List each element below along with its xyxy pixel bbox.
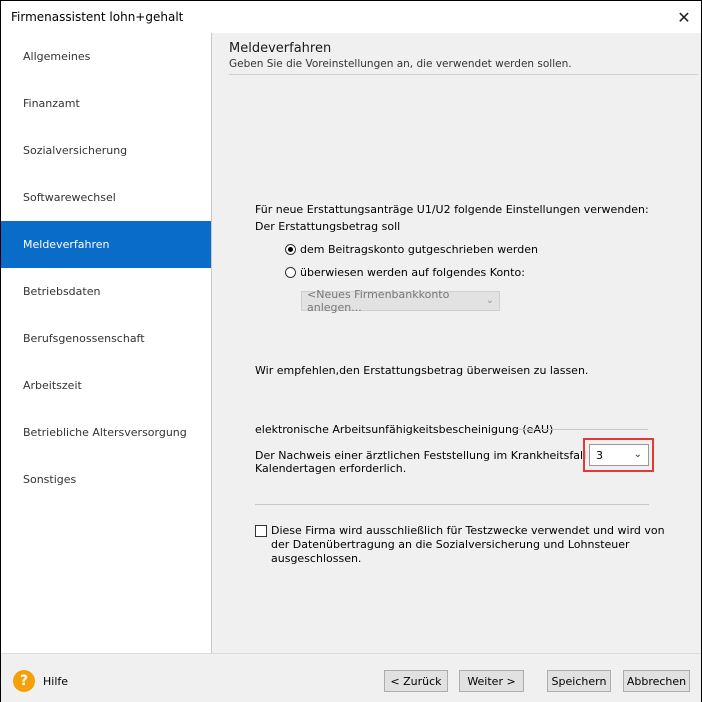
bank-account-select: <Neues Firmenbankkonto anlegen... ⌄ [301, 288, 500, 314]
eau-heading: elektronische Arbeitsunfähigkeitsbeschei… [255, 423, 554, 436]
radio-credit[interactable] [285, 244, 296, 255]
close-icon[interactable]: ✕ [667, 1, 701, 33]
days-select[interactable]: 3 ⌄ [589, 444, 649, 466]
radio-transfer-label[interactable]: überwiesen werden auf folgendes Konto: [300, 266, 525, 279]
sidebar-item-meldeverfahren[interactable]: Meldeverfahren [1, 221, 211, 268]
next-button[interactable]: Weiter > [459, 670, 524, 692]
eau-description-line1: Der Nachweis einer ärztlichen Feststellu… [255, 449, 633, 462]
save-button[interactable]: Speichern [547, 670, 611, 692]
footer-bar: ? Hilfe < Zurück Weiter > Speichern Abbr… [1, 653, 701, 702]
sidebar-item-sozialversicherung[interactable]: Sozialversicherung [1, 127, 211, 174]
sidebar: Allgemeines Finanzamt Sozialversicherung… [1, 33, 212, 653]
chevron-down-icon: ⌄ [485, 295, 494, 306]
eau-description-line2: Kalendertagen erforderlich. [255, 462, 407, 475]
eau-heading-rule [515, 429, 648, 430]
sidebar-item-softwarewechsel[interactable]: Softwarewechsel [1, 174, 211, 221]
cancel-button[interactable]: Abbrechen [623, 670, 690, 692]
help-icon[interactable]: ? [13, 670, 35, 692]
refund-intro: Für neue Erstattungsanträge U1/U2 folgen… [255, 203, 649, 216]
sidebar-item-allgemeines[interactable]: Allgemeines [1, 33, 211, 80]
test-company-line3[interactable]: ausgeschlossen. [271, 552, 361, 565]
back-button[interactable]: < Zurück [384, 670, 448, 692]
sidebar-item-arbeitszeit[interactable]: Arbeitszeit [1, 362, 211, 409]
main-panel: Meldeverfahren Geben Sie die Voreinstell… [212, 33, 701, 653]
help-label[interactable]: Hilfe [43, 675, 68, 688]
test-company-checkbox[interactable] [255, 525, 267, 537]
radio-credit-label[interactable]: dem Beitragskonto gutgeschrieben werden [300, 243, 538, 256]
section-divider [255, 504, 649, 505]
header-divider [229, 74, 698, 75]
window-title: Firmenassistent lohn+gehalt [11, 10, 184, 24]
chevron-down-icon: ⌄ [633, 449, 642, 460]
sidebar-item-altersversorgung[interactable]: Betriebliche Altersversorgung [1, 409, 211, 456]
recommendation-text: Wir empfehlen,den Erstattungsbetrag über… [255, 364, 589, 377]
title-bar: Firmenassistent lohn+gehalt ✕ [1, 1, 701, 33]
sidebar-item-berufsgenossenschaft[interactable]: Berufsgenossenschaft [1, 315, 211, 362]
sidebar-item-sonstiges[interactable]: Sonstiges [1, 456, 211, 503]
page-subtitle: Geben Sie die Voreinstellungen an, die v… [229, 58, 572, 70]
dialog-window: Firmenassistent lohn+gehalt ✕ Allgemeine… [0, 0, 702, 702]
page-title: Meldeverfahren [229, 41, 332, 56]
sidebar-item-betriebsdaten[interactable]: Betriebsdaten [1, 268, 211, 315]
test-company-line2[interactable]: der Datenübertragung an die Sozialversic… [271, 538, 630, 551]
radio-transfer[interactable] [285, 267, 296, 278]
refund-label: Der Erstattungsbetrag soll [255, 220, 401, 233]
days-select-value: 3 [596, 448, 603, 462]
sidebar-item-finanzamt[interactable]: Finanzamt [1, 80, 211, 127]
test-company-line1[interactable]: Diese Firma wird ausschließlich für Test… [271, 524, 665, 537]
bank-account-select-value: <Neues Firmenbankkonto anlegen... [307, 288, 450, 314]
